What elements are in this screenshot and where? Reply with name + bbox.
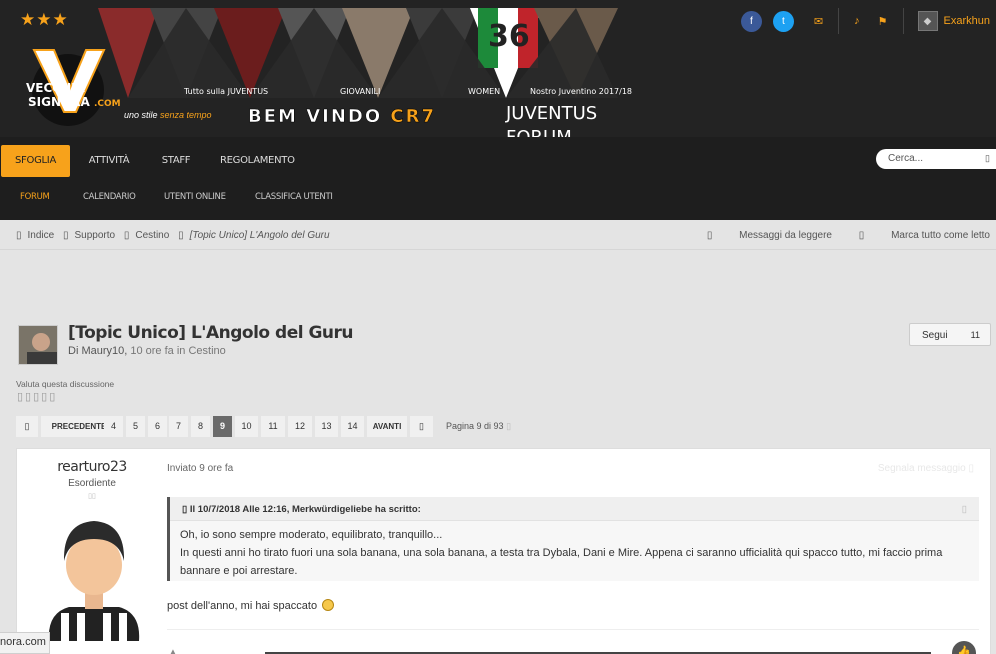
page-link[interactable]: 12 — [288, 416, 312, 437]
quote-block: ▯ Il 10/7/2018 Alle 12:16, Merkwürdigeli… — [167, 497, 979, 581]
topic-date: 10 ore fa in Cestino — [127, 345, 226, 357]
site-header: ★★★ VECCHIA SIGNORA .COM 36 Tutto sulla … — [0, 0, 996, 148]
tab-attivita[interactable]: ATTIVITÀ — [84, 145, 134, 177]
quote-line: Oh, io sono sempre moderato, equilibrato… — [180, 529, 443, 541]
banner-label-juventus[interactable]: Tutto sulla JUVENTUS — [184, 87, 268, 96]
user-menu-name[interactable]: Exarkhun — [944, 15, 990, 27]
user-bar: f t ✉ ♪ ⚑ ◆ Exarkhun — [740, 8, 996, 34]
search-input[interactable]: Cerca... ▯ — [876, 149, 996, 169]
author-avatar[interactable] — [41, 517, 147, 641]
expand-icon[interactable]: ▯ — [962, 504, 967, 515]
main-navigation: SFOGLIA ATTIVITÀ STAFF REGOLAMENTO Cerca… — [0, 137, 996, 220]
page-link[interactable]: 13 — [315, 416, 338, 437]
tab-sfoglia[interactable]: SFOGLIA — [1, 145, 70, 177]
divider — [838, 8, 840, 34]
quote-text: Oh, io sono sempre moderato, equilibrato… — [170, 521, 979, 585]
follow-button[interactable]: Segui 11 — [909, 323, 991, 346]
subnav-classifica-utenti[interactable]: CLASSIFICA UTENTI — [255, 192, 333, 202]
stars-icon: ★★★ — [20, 10, 69, 29]
page-link[interactable]: 5 — [126, 416, 145, 437]
subnav-utenti-online[interactable]: UTENTI ONLINE — [164, 192, 226, 202]
envelope-icon[interactable]: ✉ — [814, 15, 823, 28]
page-info[interactable]: Pagina 9 di 93 ▯ — [446, 421, 511, 432]
search-placeholder: Cerca... — [888, 153, 924, 164]
quote-icon: ▯ — [182, 504, 190, 515]
page-title: [Topic Unico] L'Angolo del Guru — [68, 323, 354, 343]
breadcrumb-item[interactable]: [Topic Unico] L'Angolo del Guru — [190, 230, 330, 241]
banner-label-juventino[interactable]: Nostro Juventino 2017/18 — [530, 87, 632, 96]
page-link[interactable]: 14 — [341, 416, 364, 437]
logo-text-1: VECCHIA — [26, 81, 86, 95]
page-link[interactable]: 7 — [169, 416, 188, 437]
banner-footer: uno stile senza tempo BEM VINDO CR7 JUVE… — [118, 103, 646, 148]
topic-author[interactable]: Di Maury10, — [68, 345, 127, 357]
last-page-icon[interactable]: ▯ — [410, 416, 433, 437]
post-date[interactable]: Inviato 9 ore fa — [167, 463, 233, 474]
first-page-icon[interactable]: ▯ — [16, 416, 38, 437]
flag-icon[interactable]: ⚑ — [878, 15, 888, 28]
twitter-icon[interactable]: t — [772, 10, 794, 32]
unread-content-link[interactable]: ▯ Messaggi da leggere — [707, 230, 832, 241]
post-body: post dell'anno, mi hai spaccato — [167, 599, 335, 612]
browser-status-url: nora.com — [0, 632, 50, 654]
breadcrumb: ▯ Indice ▯ Supporto ▯ Cestino ▯ [Topic Unico… — [0, 220, 996, 250]
author-name[interactable]: rearturo23 — [17, 459, 167, 475]
chevron-right-icon: ▯ — [178, 230, 184, 241]
chevron-right-icon: ▯ — [123, 230, 130, 241]
rank-pips: ▯▯ — [88, 493, 96, 500]
topic-author-avatar[interactable] — [18, 325, 58, 365]
page-link[interactable]: 4 — [104, 416, 123, 437]
chevron-down-icon: ▯ — [506, 421, 512, 431]
page-link[interactable]: 10 — [235, 416, 258, 437]
page-link[interactable]: 8 — [191, 416, 210, 437]
breadcrumb-item[interactable]: Indice — [28, 230, 55, 241]
follow-count: 11 — [970, 330, 980, 340]
follow-label: Segui — [922, 330, 948, 341]
breadcrumb-item[interactable]: Cestino — [135, 230, 169, 241]
mark-read-link[interactable]: ▯ Marca tutto come letto — [859, 230, 990, 241]
bell-icon[interactable]: ♪ — [854, 15, 860, 27]
topic-meta: Di Maury10, 10 ore fa in Cestino — [68, 345, 226, 357]
page-link[interactable]: 6 — [148, 416, 167, 437]
author-rank: Esordiente — [68, 478, 116, 489]
banner-label-women[interactable]: WOMEN — [468, 87, 500, 96]
quote-citation[interactable]: ▯ Il 10/7/2018 Alle 12:16, Merkwürdigeli… — [170, 497, 979, 521]
thumbs-up-icon[interactable]: 👍 — [952, 641, 976, 654]
logo-text-2: SIGNORA — [28, 95, 90, 109]
banner-badge-number: 36 — [488, 19, 530, 54]
divider — [902, 8, 904, 34]
caret-up-icon: ▲ — [169, 647, 177, 654]
facebook-icon[interactable]: f — [740, 10, 762, 32]
page-link[interactable]: 11 — [261, 416, 285, 437]
rating-stars[interactable]: ▯▯▯▯▯ — [17, 390, 57, 403]
subnav-forum[interactable]: FORUM — [20, 192, 50, 202]
quote-line: bannare e poi arrestare. — [180, 565, 298, 577]
banner-label-giovanili[interactable]: GIOVANILI — [340, 87, 380, 96]
post: rearturo23 Esordiente ▯▯ Inviato 9 ore f… — [16, 448, 991, 654]
tab-staff[interactable]: STAFF — [156, 145, 196, 177]
quote-line: In questi anni ho tirato fuori una sola … — [180, 547, 943, 559]
next-page-button[interactable]: AVANTI — [367, 416, 407, 437]
subnav-calendario[interactable]: CALENDARIO — [83, 192, 136, 202]
divider — [167, 629, 979, 630]
search-icon[interactable]: ▯ — [985, 153, 990, 164]
welcome-text: BEM VINDO CR7 — [248, 106, 437, 128]
report-link[interactable]: Segnala messaggio ▯ — [878, 463, 974, 474]
current-page: 9 — [213, 416, 232, 437]
post-author: rearturo23 Esordiente ▯▯ — [17, 459, 167, 500]
rating-label: Valuta questa discussione — [16, 379, 115, 389]
grin-emoji-icon — [322, 599, 335, 611]
breadcrumb-home-icon: ▯ — [16, 230, 22, 241]
user-avatar[interactable]: ◆ — [917, 11, 938, 31]
breadcrumb-item[interactable]: Supporto — [75, 230, 116, 241]
tab-regolamento[interactable]: REGOLAMENTO — [220, 145, 295, 177]
chevron-right-icon: ▯ — [62, 230, 69, 241]
tagline: uno stile senza tempo — [124, 110, 212, 120]
